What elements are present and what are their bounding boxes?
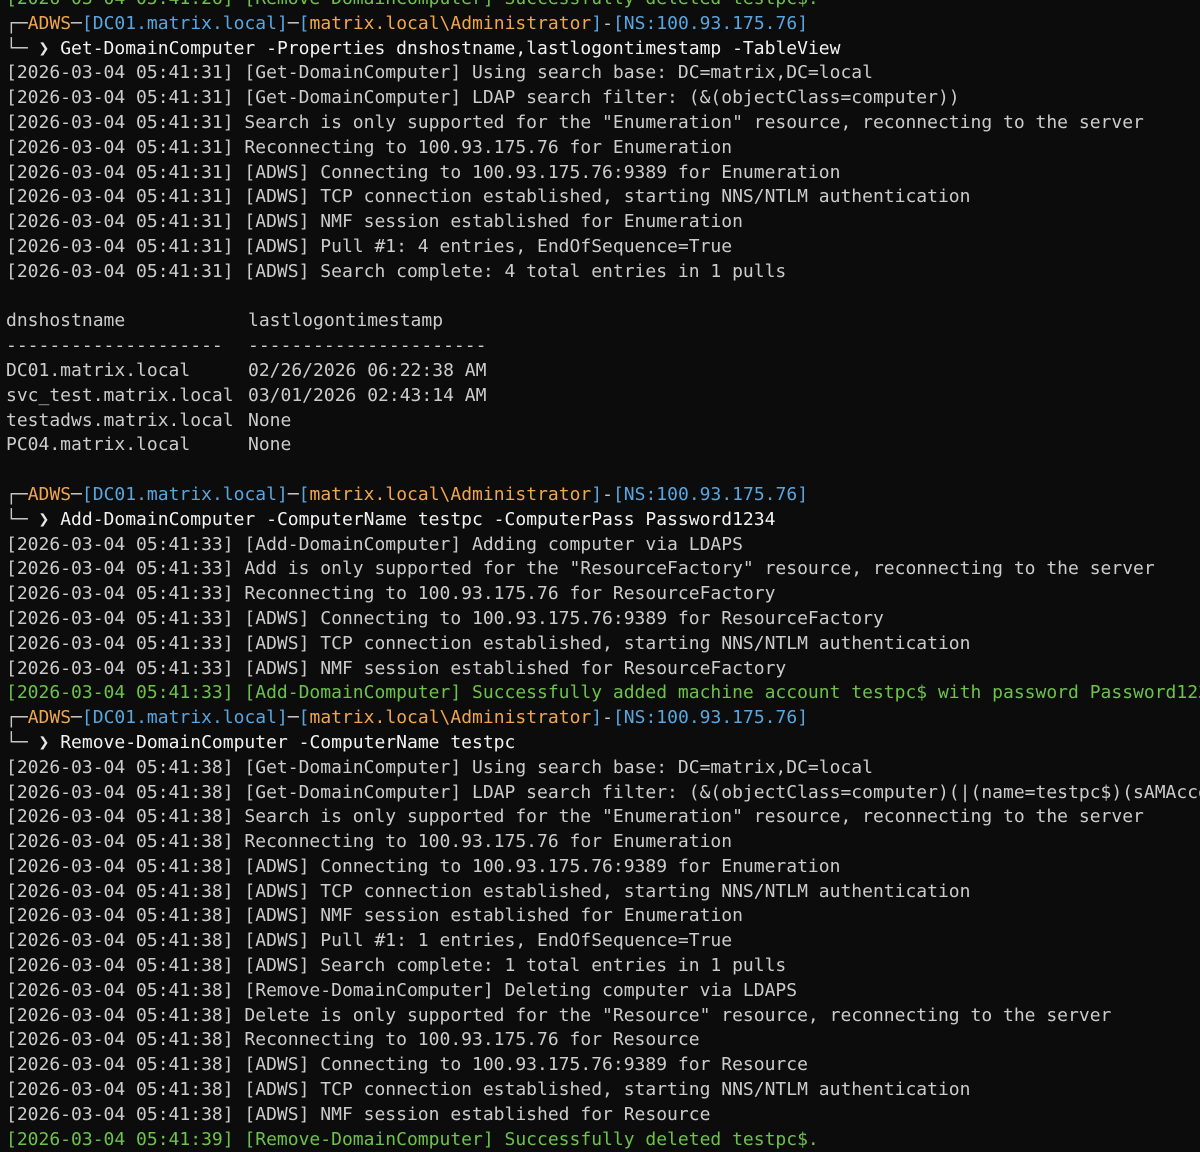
command-line[interactable]: └─ ❯ Get-DomainComputer -Properties dnsh… xyxy=(6,37,1200,62)
chevron-right-icon: ❯ xyxy=(38,37,50,59)
prompt-ns: NS:100.93.175.76 xyxy=(623,483,798,505)
success-line: [2026-03-04 05:41:33] [Add-DomainCompute… xyxy=(6,682,1200,704)
log-line: [2026-03-04 05:41:38] [ADWS] Connecting … xyxy=(6,1054,808,1076)
chevron-right-icon: ❯ xyxy=(38,731,50,753)
log-line: [2026-03-04 05:41:38] [ADWS] Connecting … xyxy=(6,855,841,877)
chevron-right-icon: ❯ xyxy=(38,508,50,530)
log-line: [2026-03-04 05:41:31] [Get-DomainCompute… xyxy=(6,87,960,109)
log-line: [2026-03-04 05:41:33] [Add-DomainCompute… xyxy=(6,533,743,555)
log-line: [2026-03-04 05:41:38] [ADWS] NMF session… xyxy=(6,1103,711,1125)
log-line: [2026-03-04 05:41:31] [ADWS] Pull #1: 4 … xyxy=(6,235,733,257)
prompt-ns: NS:100.93.175.76 xyxy=(623,707,798,729)
prompt-user: matrix.local\Administrator xyxy=(309,707,592,729)
log-line: [2026-03-04 05:41:38] [Get-DomainCompute… xyxy=(6,781,1200,803)
log-line: [2026-03-04 05:41:38] [ADWS] Search comp… xyxy=(6,955,787,977)
log-line: [2026-03-04 05:41:31] [ADWS] NMF session… xyxy=(6,211,743,233)
table-cell-lastlogontimestamp: None xyxy=(248,409,292,431)
prompt-host: DC01.matrix.local xyxy=(92,483,277,505)
table-header-row: dnshostname lastlogontimestamp xyxy=(6,309,1200,334)
log-line: [2026-03-04 05:41:33] [ADWS] NMF session… xyxy=(6,657,787,679)
prompt-host: DC01.matrix.local xyxy=(92,12,277,34)
table-header-dnshostname: dnshostname xyxy=(6,310,126,332)
success-line: [2026-03-04 05:41:26] [Remove-DomainComp… xyxy=(6,0,1200,12)
log-line: [2026-03-04 05:41:38] Search is only sup… xyxy=(6,806,1144,828)
prompt-name: ADWS xyxy=(27,483,72,505)
prompt-line: ┌─ADWS─[DC01.matrix.local]─[matrix.local… xyxy=(6,12,809,34)
table-header-lastlogontimestamp: lastlogontimestamp xyxy=(248,310,444,332)
log-line: [2026-03-04 05:41:31] [ADWS] TCP connect… xyxy=(6,186,971,208)
command-text: Remove-DomainComputer -ComputerName test… xyxy=(60,731,516,753)
table-row: svc_test.matrix.local 03/01/2026 02:43:14… xyxy=(6,384,1200,409)
log-line: [2026-03-04 05:41:33] Reconnecting to 10… xyxy=(6,583,776,605)
command-line[interactable]: └─ ❯ Add-DomainComputer -ComputerName te… xyxy=(6,508,1200,533)
prompt-user: matrix.local\Administrator xyxy=(309,483,592,505)
log-line: [2026-03-04 05:41:38] [ADWS] TCP connect… xyxy=(6,880,971,902)
table-row: PC04.matrix.local None xyxy=(6,433,1200,458)
table-cell-dnshostname: DC01.matrix.local xyxy=(6,359,191,381)
log-line: [2026-03-04 05:41:38] [ADWS] TCP connect… xyxy=(6,1079,971,1101)
prompt-name: ADWS xyxy=(27,12,72,34)
table-cell-lastlogontimestamp: None xyxy=(248,434,292,456)
table-separator-row: -------------------- --------------------… xyxy=(6,334,1200,359)
prompt-line: ┌─ADWS─[DC01.matrix.local]─[matrix.local… xyxy=(6,707,809,729)
log-line: [2026-03-04 05:41:31] [ADWS] Search comp… xyxy=(6,260,787,282)
log-line: [2026-03-04 05:41:38] [Remove-DomainComp… xyxy=(6,979,798,1001)
terminal-output: [2026-03-04 05:41:26] [Remove-DomainComp… xyxy=(6,0,1200,1152)
prompt-name: ADWS xyxy=(27,707,72,729)
command-line[interactable]: └─ ❯ Remove-DomainComputer -ComputerName… xyxy=(6,731,1200,756)
log-line: [2026-03-04 05:41:38] Delete is only sup… xyxy=(6,1004,1112,1026)
log-line: [2026-03-04 05:41:31] [ADWS] Connecting … xyxy=(6,161,841,183)
log-line: [2026-03-04 05:41:38] Reconnecting to 10… xyxy=(6,831,733,853)
log-line: [2026-03-04 05:41:33] Add is only suppor… xyxy=(6,558,1155,580)
table-separator: ---------------------- xyxy=(248,335,487,357)
log-line: [2026-03-04 05:41:31] Search is only sup… xyxy=(6,111,1144,133)
table-cell-lastlogontimestamp: 03/01/2026 02:43:14 AM xyxy=(248,384,487,406)
log-line: [2026-03-04 05:41:33] [ADWS] TCP connect… xyxy=(6,632,971,654)
success-line: [2026-03-04 05:41:39] [Remove-DomainComp… xyxy=(6,1128,819,1150)
log-line: [2026-03-04 05:41:38] [ADWS] NMF session… xyxy=(6,905,743,927)
prompt-line: ┌─ADWS─[DC01.matrix.local]─[matrix.local… xyxy=(6,483,809,505)
table-cell-dnshostname: PC04.matrix.local xyxy=(6,434,191,456)
table-row: DC01.matrix.local 02/26/2026 06:22:38 AM xyxy=(6,359,1200,384)
table-cell-dnshostname: svc_test.matrix.local xyxy=(6,384,234,406)
table-row: testadws.matrix.local None xyxy=(6,409,1200,434)
command-text: Get-DomainComputer -Properties dnshostna… xyxy=(60,37,841,59)
log-line: [2026-03-04 05:41:31] [Get-DomainCompute… xyxy=(6,62,873,84)
prompt-ns: NS:100.93.175.76 xyxy=(623,12,798,34)
log-line: [2026-03-04 05:41:33] [ADWS] Connecting … xyxy=(6,607,884,629)
table-separator: -------------------- xyxy=(6,335,223,357)
table-cell-lastlogontimestamp: 02/26/2026 06:22:38 AM xyxy=(248,359,487,381)
log-line: [2026-03-04 05:41:38] [Get-DomainCompute… xyxy=(6,756,873,778)
log-line: [2026-03-04 05:41:38] Reconnecting to 10… xyxy=(6,1029,700,1051)
prompt-user: matrix.local\Administrator xyxy=(309,12,592,34)
prompt-host: DC01.matrix.local xyxy=(92,707,277,729)
command-text: Add-DomainComputer -ComputerName testpc … xyxy=(60,508,776,530)
terminal-window[interactable]: [2026-03-04 05:41:26] [Remove-DomainComp… xyxy=(0,0,1200,1152)
table-cell-dnshostname: testadws.matrix.local xyxy=(6,409,234,431)
log-line: [2026-03-04 05:41:38] [ADWS] Pull #1: 1 … xyxy=(6,930,733,952)
log-line: [2026-03-04 05:41:31] Reconnecting to 10… xyxy=(6,136,733,158)
